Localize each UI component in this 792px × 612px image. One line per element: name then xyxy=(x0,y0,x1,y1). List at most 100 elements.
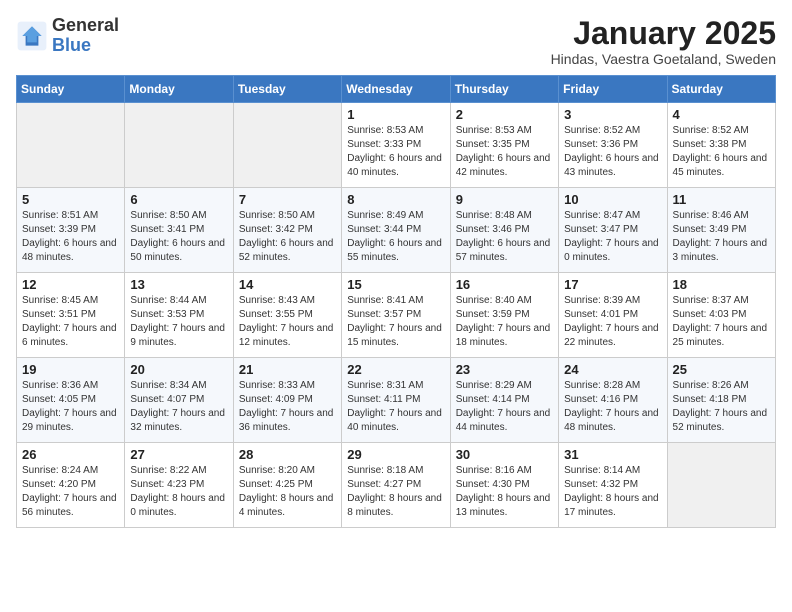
day-cell: 10 Sunrise: 8:47 AM Sunset: 3:47 PM Dayli… xyxy=(559,188,667,273)
day-cell: 15 Sunrise: 8:41 AM Sunset: 3:57 PM Dayli… xyxy=(342,273,450,358)
day-number: 29 xyxy=(347,447,444,462)
day-info: Sunrise: 8:20 AM Sunset: 4:25 PM Dayligh… xyxy=(239,464,336,520)
calendar-title: January 2025 xyxy=(551,16,776,51)
day-cell: 25Sunrise: 8:26 AM Sunset: 4:18 PM Dayli… xyxy=(667,358,775,443)
day-info: Sunrise: 8:48 AM Sunset: 3:46 PM Dayligh… xyxy=(456,209,553,265)
day-cell xyxy=(667,443,775,528)
day-cell: 20 Sunrise: 8:34 AM Sunset: 4:07 PM Dayli… xyxy=(125,358,233,443)
day-number: 8 xyxy=(347,192,444,207)
weekday-header-tuesday: Tuesday xyxy=(233,76,341,103)
week-row-1: 1 Sunrise: 8:53 AM Sunset: 3:33 PM Daylig… xyxy=(17,103,776,188)
day-cell xyxy=(17,103,125,188)
day-cell: 19 Sunrise: 8:36 AM Sunset: 4:05 PM Dayli… xyxy=(17,358,125,443)
day-number: 19 xyxy=(22,362,119,377)
day-cell: 30Sunrise: 8:16 AM Sunset: 4:30 PM Dayli… xyxy=(450,443,558,528)
week-row-3: 12Sunrise: 8:45 AM Sunset: 3:51 PM Dayli… xyxy=(17,273,776,358)
day-number: 4 xyxy=(673,107,770,122)
day-info: Sunrise: 8:28 AM Sunset: 4:16 PM Dayligh… xyxy=(564,379,661,435)
day-number: 18 xyxy=(673,277,770,292)
day-number: 10 xyxy=(564,192,661,207)
day-info: Sunrise: 8:44 AM Sunset: 3:53 PM Dayligh… xyxy=(130,294,227,350)
day-info: Sunrise: 8:52 AM Sunset: 3:38 PM Dayligh… xyxy=(673,124,770,180)
weekday-header-friday: Friday xyxy=(559,76,667,103)
weekday-header-sunday: Sunday xyxy=(17,76,125,103)
day-cell: 5Sunrise: 8:51 AM Sunset: 3:39 PM Daylig… xyxy=(17,188,125,273)
day-cell: 18Sunrise: 8:37 AM Sunset: 4:03 PM Dayli… xyxy=(667,273,775,358)
day-number: 24 xyxy=(564,362,661,377)
weekday-header-monday: Monday xyxy=(125,76,233,103)
day-info: Sunrise: 8:18 AM Sunset: 4:27 PM Dayligh… xyxy=(347,464,444,520)
day-number: 15 xyxy=(347,277,444,292)
day-info: Sunrise: 8:29 AM Sunset: 4:14 PM Dayligh… xyxy=(456,379,553,435)
day-cell: 28Sunrise: 8:20 AM Sunset: 4:25 PM Dayli… xyxy=(233,443,341,528)
day-cell: 21 Sunrise: 8:33 AM Sunset: 4:09 PM Dayli… xyxy=(233,358,341,443)
day-info: Sunrise: 8:39 AM Sunset: 4:01 PM Dayligh… xyxy=(564,294,661,350)
day-info: Sunrise: 8:53 AM Sunset: 3:33 PM Dayligh… xyxy=(347,124,444,180)
day-cell: 8 Sunrise: 8:49 AM Sunset: 3:44 PM Daylig… xyxy=(342,188,450,273)
day-info: Sunrise: 8:50 AM Sunset: 3:42 PM Dayligh… xyxy=(239,209,336,265)
day-info: Sunrise: 8:41 AM Sunset: 3:57 PM Dayligh… xyxy=(347,294,444,350)
day-info: Sunrise: 8:31 AM Sunset: 4:11 PM Dayligh… xyxy=(347,379,444,435)
day-number: 1 xyxy=(347,107,444,122)
day-number: 22 xyxy=(347,362,444,377)
day-info: Sunrise: 8:40 AM Sunset: 3:59 PM Dayligh… xyxy=(456,294,553,350)
day-info: Sunrise: 8:24 AM Sunset: 4:20 PM Dayligh… xyxy=(22,464,119,520)
day-number: 20 xyxy=(130,362,227,377)
weekday-header-wednesday: Wednesday xyxy=(342,76,450,103)
day-cell: 16 Sunrise: 8:40 AM Sunset: 3:59 PM Dayli… xyxy=(450,273,558,358)
logo-icon xyxy=(16,20,48,52)
week-row-5: 26 Sunrise: 8:24 AM Sunset: 4:20 PM Dayli… xyxy=(17,443,776,528)
day-cell: 2Sunrise: 8:53 AM Sunset: 3:35 PM Daylig… xyxy=(450,103,558,188)
day-number: 31 xyxy=(564,447,661,462)
day-info: Sunrise: 8:14 AM Sunset: 4:32 PM Dayligh… xyxy=(564,464,661,520)
day-cell xyxy=(233,103,341,188)
logo-text: General Blue xyxy=(52,16,119,56)
day-info: Sunrise: 8:47 AM Sunset: 3:47 PM Dayligh… xyxy=(564,209,661,265)
day-cell: 23 Sunrise: 8:29 AM Sunset: 4:14 PM Dayli… xyxy=(450,358,558,443)
logo-line1: General xyxy=(52,16,119,36)
day-cell: 26 Sunrise: 8:24 AM Sunset: 4:20 PM Dayli… xyxy=(17,443,125,528)
day-cell: 6 Sunrise: 8:50 AM Sunset: 3:41 PM Daylig… xyxy=(125,188,233,273)
calendar-container: General Blue January 2025 Hindas, Vaestr… xyxy=(0,0,792,536)
day-cell xyxy=(125,103,233,188)
day-info: Sunrise: 8:50 AM Sunset: 3:41 PM Dayligh… xyxy=(130,209,227,265)
day-cell: 13 Sunrise: 8:44 AM Sunset: 3:53 PM Dayli… xyxy=(125,273,233,358)
day-cell: 11Sunrise: 8:46 AM Sunset: 3:49 PM Dayli… xyxy=(667,188,775,273)
day-info: Sunrise: 8:49 AM Sunset: 3:44 PM Dayligh… xyxy=(347,209,444,265)
calendar-subtitle: Hindas, Vaestra Goetaland, Sweden xyxy=(551,51,776,67)
calendar-table: SundayMondayTuesdayWednesdayThursdayFrid… xyxy=(16,75,776,528)
day-info: Sunrise: 8:26 AM Sunset: 4:18 PM Dayligh… xyxy=(673,379,770,435)
weekday-header-row: SundayMondayTuesdayWednesdayThursdayFrid… xyxy=(17,76,776,103)
day-info: Sunrise: 8:45 AM Sunset: 3:51 PM Dayligh… xyxy=(22,294,119,350)
day-cell: 3 Sunrise: 8:52 AM Sunset: 3:36 PM Daylig… xyxy=(559,103,667,188)
day-number: 17 xyxy=(564,277,661,292)
day-number: 6 xyxy=(130,192,227,207)
day-cell: 12Sunrise: 8:45 AM Sunset: 3:51 PM Dayli… xyxy=(17,273,125,358)
day-info: Sunrise: 8:52 AM Sunset: 3:36 PM Dayligh… xyxy=(564,124,661,180)
day-info: Sunrise: 8:43 AM Sunset: 3:55 PM Dayligh… xyxy=(239,294,336,350)
day-number: 5 xyxy=(22,192,119,207)
day-number: 9 xyxy=(456,192,553,207)
week-row-4: 19 Sunrise: 8:36 AM Sunset: 4:05 PM Dayli… xyxy=(17,358,776,443)
day-cell: 29 Sunrise: 8:18 AM Sunset: 4:27 PM Dayli… xyxy=(342,443,450,528)
day-info: Sunrise: 8:36 AM Sunset: 4:05 PM Dayligh… xyxy=(22,379,119,435)
day-cell: 14 Sunrise: 8:43 AM Sunset: 3:55 PM Dayli… xyxy=(233,273,341,358)
title-block: January 2025 Hindas, Vaestra Goetaland, … xyxy=(551,16,776,67)
day-cell: 9 Sunrise: 8:48 AM Sunset: 3:46 PM Daylig… xyxy=(450,188,558,273)
logo: General Blue xyxy=(16,16,119,56)
day-number: 21 xyxy=(239,362,336,377)
week-row-2: 5Sunrise: 8:51 AM Sunset: 3:39 PM Daylig… xyxy=(17,188,776,273)
day-number: 27 xyxy=(130,447,227,462)
day-info: Sunrise: 8:33 AM Sunset: 4:09 PM Dayligh… xyxy=(239,379,336,435)
day-info: Sunrise: 8:34 AM Sunset: 4:07 PM Dayligh… xyxy=(130,379,227,435)
weekday-header-saturday: Saturday xyxy=(667,76,775,103)
day-number: 3 xyxy=(564,107,661,122)
day-number: 13 xyxy=(130,277,227,292)
day-number: 30 xyxy=(456,447,553,462)
day-number: 26 xyxy=(22,447,119,462)
day-number: 14 xyxy=(239,277,336,292)
day-number: 7 xyxy=(239,192,336,207)
day-number: 23 xyxy=(456,362,553,377)
day-number: 16 xyxy=(456,277,553,292)
day-cell: 22 Sunrise: 8:31 AM Sunset: 4:11 PM Dayli… xyxy=(342,358,450,443)
